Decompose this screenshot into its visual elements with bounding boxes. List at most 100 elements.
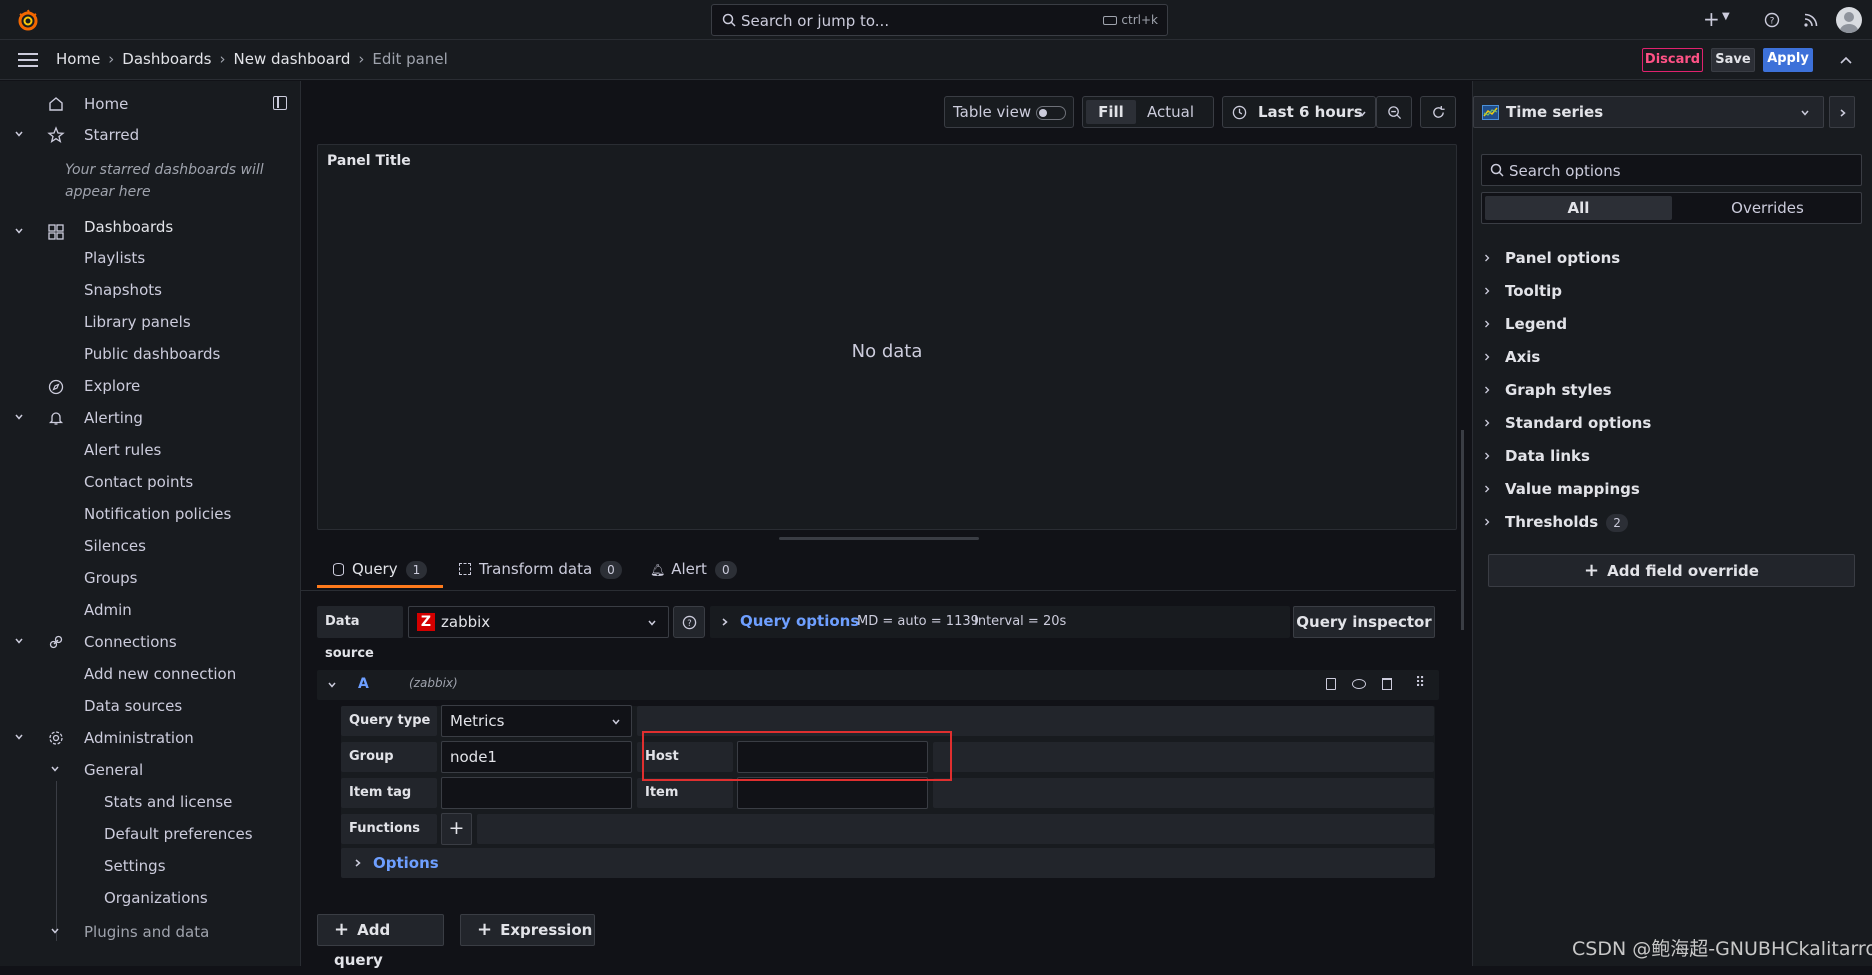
section-tooltip[interactable]: Tooltip — [1505, 282, 1562, 300]
chevron-down-icon[interactable] — [327, 680, 337, 690]
time-range-picker[interactable]: Last 6 hours — [1222, 96, 1376, 128]
chevron-up-icon[interactable] — [1839, 53, 1853, 67]
section-legend[interactable]: Legend — [1505, 315, 1567, 333]
chevron-right-icon[interactable] — [1483, 452, 1491, 460]
chevron-down-icon[interactable] — [14, 732, 24, 742]
sidebar-item-admin[interactable]: Admin — [84, 601, 132, 619]
sidebar-item-silences[interactable]: Silences — [84, 537, 146, 555]
table-view-toggle[interactable]: Table view — [944, 96, 1074, 128]
query-row-header[interactable]: A (zabbix) ⠿ — [317, 670, 1439, 700]
dock-menu-icon[interactable] — [273, 96, 287, 110]
tab-query[interactable]: Query 1 — [317, 553, 443, 588]
sidebar-item-dashboards[interactable]: Dashboards — [84, 218, 173, 236]
visualization-picker[interactable]: Time series — [1473, 96, 1824, 128]
sidebar-item-notification-policies[interactable]: Notification policies — [84, 505, 231, 523]
avatar[interactable] — [1836, 7, 1862, 33]
chevron-down-icon[interactable] — [50, 926, 60, 936]
menu-icon[interactable] — [18, 53, 38, 67]
sidebar-item-snapshots[interactable]: Snapshots — [84, 281, 162, 299]
sidebar-item-plugins-and-data[interactable]: Plugins and data — [84, 923, 209, 941]
chevron-down-icon[interactable] — [14, 226, 24, 236]
sidebar-item-starred[interactable]: Starred — [84, 126, 139, 144]
eye-icon[interactable] — [1352, 679, 1366, 689]
query-ref-id[interactable]: A — [358, 676, 369, 692]
query-options-toggle[interactable]: Query options MD = auto = 1139 Interval … — [710, 606, 1290, 638]
plus-icon[interactable]: + — [1703, 7, 1720, 31]
sidebar-item-connections[interactable]: Connections — [84, 633, 177, 651]
add-function-button[interactable]: + — [441, 813, 472, 845]
chevron-right-icon[interactable] — [1483, 386, 1491, 394]
breadcrumb-new-dashboard[interactable]: New dashboard — [234, 50, 351, 68]
sidebar-item-default-preferences[interactable]: Default preferences — [104, 825, 253, 843]
group-input[interactable]: node1 — [441, 741, 632, 773]
section-panel-options[interactable]: Panel options — [1505, 249, 1620, 267]
sidebar-item-playlists[interactable]: Playlists — [84, 249, 145, 267]
data-source-picker[interactable]: Z zabbix — [408, 606, 669, 638]
chevron-down-icon[interactable] — [14, 129, 24, 139]
fill-option[interactable]: Fill — [1086, 100, 1136, 124]
sidebar-item-settings[interactable]: Settings — [104, 857, 166, 875]
trash-icon[interactable] — [1382, 678, 1392, 690]
options-search-input[interactable]: Search options — [1481, 154, 1862, 186]
apply-button[interactable]: Apply — [1763, 48, 1813, 72]
options-toggle[interactable]: Options — [341, 848, 1435, 878]
refresh-button[interactable] — [1420, 96, 1456, 128]
sidebar-item-home[interactable]: Home — [84, 95, 128, 113]
chevron-right-icon[interactable] — [1483, 287, 1491, 295]
chevron-right-icon[interactable] — [1483, 485, 1491, 493]
scrollbar[interactable] — [1461, 430, 1464, 630]
chevron-down-icon[interactable]: ▼ — [1722, 11, 1730, 22]
query-inspector-button[interactable]: Query inspector — [1293, 606, 1435, 638]
sidebar-item-explore[interactable]: Explore — [84, 377, 140, 395]
breadcrumb-home[interactable]: Home — [56, 50, 100, 68]
chevron-down-icon[interactable] — [14, 636, 24, 646]
tab-all[interactable]: All — [1485, 196, 1672, 220]
item-tag-input[interactable] — [441, 777, 632, 809]
sidebar-item-stats-and-license[interactable]: Stats and license — [104, 793, 232, 811]
save-button[interactable]: Save — [1711, 48, 1755, 72]
section-value-mappings[interactable]: Value mappings — [1505, 480, 1640, 498]
tab-alert[interactable]: 🔔︎ Alert 0 — [650, 553, 737, 588]
add-field-override-button[interactable]: + Add field override — [1488, 554, 1855, 587]
section-axis[interactable]: Axis — [1505, 348, 1540, 366]
discard-button[interactable]: Discard — [1642, 48, 1703, 72]
chevron-right-icon[interactable] — [1483, 353, 1491, 361]
item-input[interactable] — [737, 777, 928, 809]
expression-button[interactable]: + Expression — [460, 914, 595, 946]
collapse-options-button[interactable] — [1829, 96, 1855, 128]
actual-option[interactable]: Actual — [1147, 103, 1194, 121]
sidebar-item-contact-points[interactable]: Contact points — [84, 473, 193, 491]
zoom-out-button[interactable] — [1376, 96, 1412, 128]
sidebar-item-alert-rules[interactable]: Alert rules — [84, 441, 161, 459]
tab-overrides[interactable]: Overrides — [1675, 196, 1860, 220]
breadcrumb-dashboards[interactable]: Dashboards — [122, 50, 211, 68]
tab-transform-data[interactable]: Transform data 0 — [459, 553, 622, 588]
chevron-right-icon[interactable] — [1483, 254, 1491, 262]
sidebar-item-organizations[interactable]: Organizations — [104, 889, 208, 907]
help-icon[interactable]: ? — [1764, 12, 1780, 28]
chevron-right-icon[interactable] — [1483, 320, 1491, 328]
sidebar-item-groups[interactable]: Groups — [84, 569, 137, 587]
sidebar-item-add-new-connection[interactable]: Add new connection — [84, 665, 236, 683]
duplicate-query-icon[interactable] — [1326, 678, 1336, 690]
data-source-help-button[interactable]: ? — [673, 606, 705, 638]
chevron-right-icon[interactable] — [1483, 419, 1491, 427]
grafana-logo-icon[interactable] — [16, 8, 40, 32]
drag-handle-icon[interactable]: ⠿ — [1415, 675, 1425, 691]
switch-icon[interactable] — [1036, 106, 1066, 120]
section-thresholds[interactable]: Thresholds 2 — [1505, 513, 1628, 532]
sidebar-item-alerting[interactable]: Alerting — [84, 409, 143, 427]
sidebar-item-library-panels[interactable]: Library panels — [84, 313, 191, 331]
query-type-select[interactable]: Metrics — [441, 705, 632, 737]
chevron-down-icon[interactable] — [14, 412, 24, 422]
add-query-button[interactable]: + Add query — [317, 914, 444, 969]
sidebar-item-public-dashboards[interactable]: Public dashboards — [84, 345, 220, 363]
search-input[interactable]: Search or jump to... ctrl+k — [711, 4, 1168, 36]
resize-handle[interactable] — [779, 537, 979, 540]
sidebar-item-data-sources[interactable]: Data sources — [84, 697, 182, 715]
chevron-right-icon[interactable] — [1483, 518, 1491, 526]
sidebar-item-administration[interactable]: Administration — [84, 729, 194, 747]
sidebar-item-general[interactable]: General — [84, 761, 143, 779]
panel-preview[interactable]: Panel Title No data — [317, 144, 1457, 530]
section-standard-options[interactable]: Standard options — [1505, 414, 1651, 432]
